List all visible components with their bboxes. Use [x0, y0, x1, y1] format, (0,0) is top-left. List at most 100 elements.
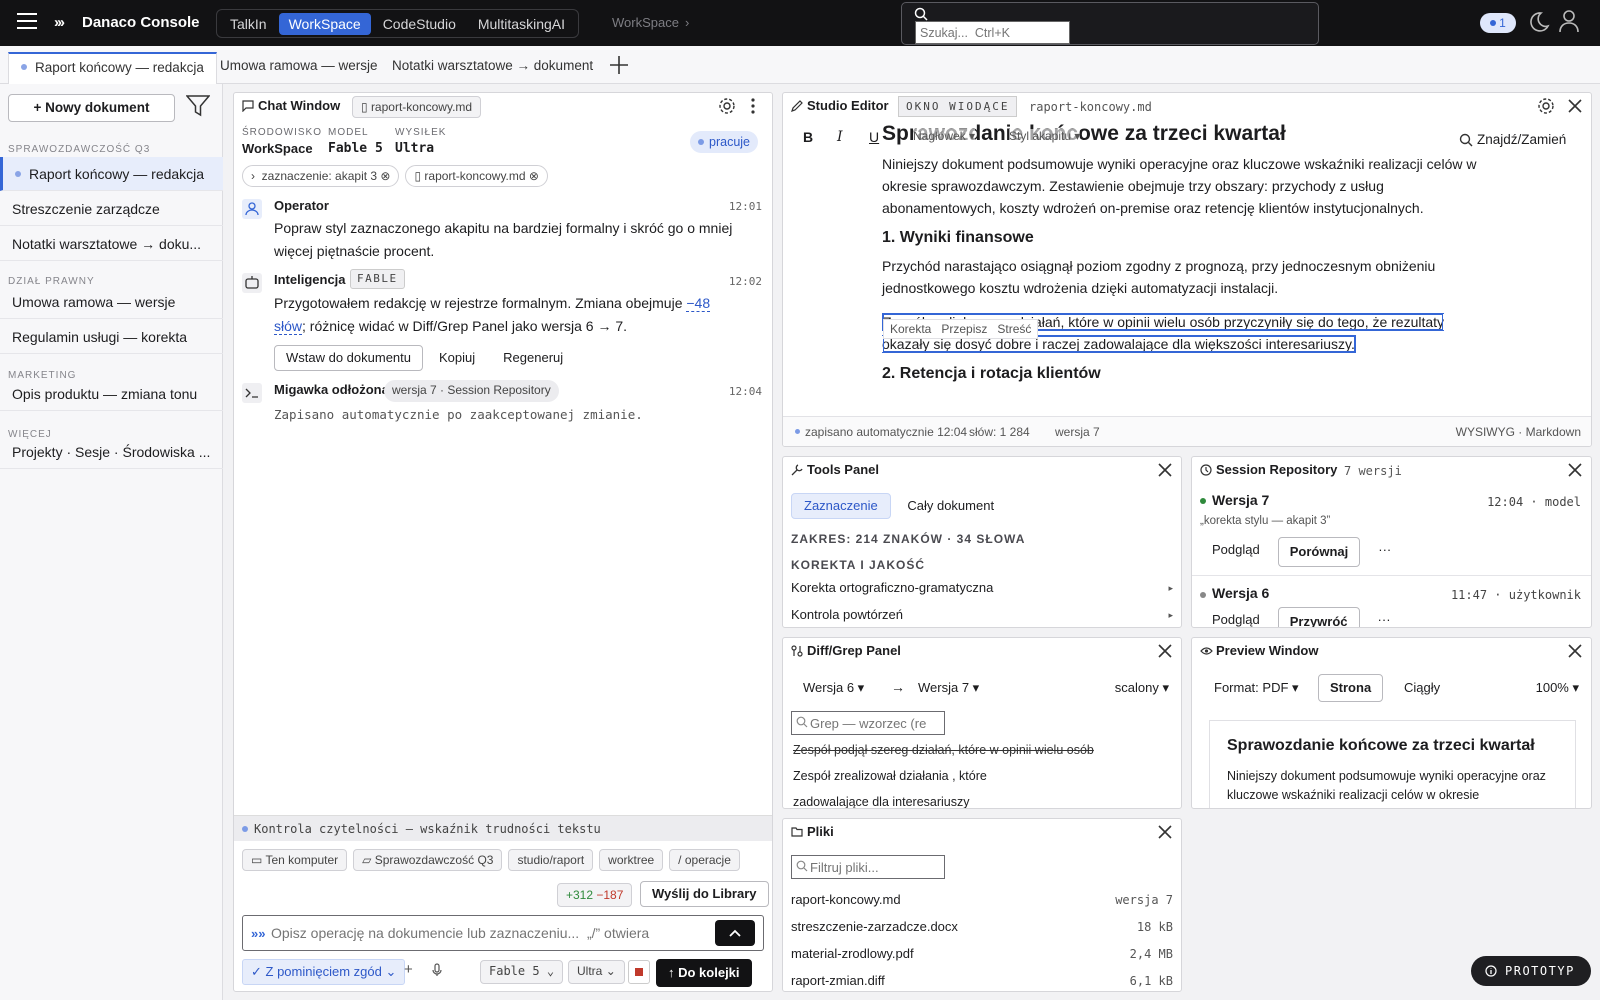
- file-chip[interactable]: ▯ raport-koncowy.md: [352, 96, 482, 118]
- version-meta: 11:47 · użytkownik: [1450, 588, 1581, 602]
- notification-badge[interactable]: 1: [1480, 13, 1516, 33]
- file-context-chip[interactable]: ▯ raport-koncowy.md ⊗: [405, 165, 548, 187]
- diff-from-select[interactable]: Wersja 6 ▾: [803, 680, 864, 696]
- preview-button[interactable]: Podgląd: [1200, 537, 1272, 563]
- file-row[interactable]: material-zrodlowy.pdf 2,4 MB: [791, 941, 1173, 967]
- restore-button[interactable]: Przywróć: [1277, 607, 1360, 627]
- model-select[interactable]: Fable 5 ⌄: [480, 960, 564, 984]
- remove-chip-icon[interactable]: ⊗: [526, 169, 539, 183]
- stop-button[interactable]: [628, 960, 650, 984]
- sidebar-item-opis[interactable]: Opis produktu — zmiana tonu: [0, 377, 223, 411]
- queue-button[interactable]: ↑ Do kolejki: [656, 959, 752, 987]
- style-select[interactable]: Styl akapitu ▾: [1009, 129, 1081, 143]
- scope-whole-document[interactable]: Cały dokument: [894, 493, 1007, 519]
- copy-button[interactable]: Kopiuj: [427, 345, 488, 371]
- file-row[interactable]: raport-koncowy.md wersja 7: [791, 887, 1173, 913]
- format-select[interactable]: Format: PDF ▾: [1214, 680, 1299, 696]
- app-tab-codestudio[interactable]: CodeStudio: [373, 13, 466, 35]
- filter-icon[interactable]: [186, 95, 210, 117]
- version-chip[interactable]: wersja 7 · Session Repository: [384, 380, 559, 402]
- italic-icon[interactable]: I: [837, 129, 843, 145]
- active-dot: [21, 64, 27, 70]
- close-icon[interactable]: [1567, 462, 1583, 478]
- doc-tab-notatki[interactable]: Notatki warsztatowe → dokument: [380, 52, 605, 84]
- regenerate-button[interactable]: Regeneruj: [491, 345, 576, 371]
- popup-korekta[interactable]: Korekta: [890, 320, 931, 338]
- sidebar-item-streszczenie[interactable]: Streszczenie zarządcze: [0, 192, 223, 226]
- bold-icon[interactable]: B: [803, 129, 813, 145]
- diff-mode-select[interactable]: scalony ▾: [1115, 680, 1169, 696]
- sidebar-item-raport[interactable]: Raport końcowy — redakcja: [0, 157, 223, 191]
- send-library-button[interactable]: Wyślij do Library: [640, 881, 769, 907]
- chat-input[interactable]: [271, 920, 701, 946]
- continuous-mode-button[interactable]: Ciągły: [1404, 680, 1440, 695]
- sidebar-item-regulamin[interactable]: Regulamin usługi — korekta: [0, 320, 223, 354]
- popup-stresc[interactable]: Streść: [997, 320, 1031, 338]
- selection-chip[interactable]: › zaznaczenie: akapit 3 ⊗: [242, 165, 400, 187]
- close-icon[interactable]: [1157, 462, 1173, 478]
- editor-content[interactable]: Sprawozdanie końcowe za trzeci kwartał N…: [882, 123, 1482, 391]
- new-document-button[interactable]: + Nowy dokument: [8, 94, 175, 122]
- close-icon[interactable]: [1157, 643, 1173, 659]
- close-icon[interactable]: [1157, 824, 1173, 840]
- heading-select[interactable]: Nagłówek ▾: [913, 129, 976, 143]
- remove-chip-icon[interactable]: ⊗: [377, 169, 390, 183]
- moon-icon[interactable]: [1526, 10, 1550, 34]
- file-row[interactable]: raport-zmian.diff 6,1 kB: [791, 968, 1173, 991]
- pencil-icon: [791, 100, 803, 112]
- scope-chip-ops[interactable]: / operacje: [669, 849, 740, 871]
- sidebar-item-umowa[interactable]: Umowa ramowa — wersje: [0, 285, 223, 319]
- underline-icon[interactable]: U: [869, 129, 879, 145]
- add-icon[interactable]: +: [404, 961, 413, 978]
- more-icon[interactable]: ···: [1366, 537, 1404, 563]
- file-row[interactable]: streszczenie-zarzadcze.docx 18 kB: [791, 914, 1173, 940]
- close-icon[interactable]: [1567, 98, 1583, 114]
- find-replace-button[interactable]: Znajdź/Zamień: [1477, 132, 1566, 147]
- grep-input[interactable]: [791, 711, 945, 735]
- compare-button[interactable]: Porównaj: [1277, 537, 1361, 567]
- git-diff-icon: [791, 645, 803, 657]
- close-icon[interactable]: [1567, 643, 1583, 659]
- popup-przepisz[interactable]: Przepisz: [941, 320, 987, 338]
- chat-icon: [242, 100, 254, 112]
- readability-bar[interactable]: Kontrola czytelności — wskaźnik trudnośc…: [234, 815, 772, 841]
- doc-tab-umowa[interactable]: Umowa ramowa — wersje: [208, 52, 390, 84]
- sidebar-item-notatki[interactable]: Notatki warsztatowe → doku...: [0, 227, 223, 261]
- expand-button[interactable]: [715, 920, 755, 946]
- app-tab-multitasking[interactable]: MultitaskingAI: [468, 13, 575, 35]
- editor-mode-toggle[interactable]: WYSIWYG · Markdown: [1456, 417, 1581, 446]
- menu-icon[interactable]: [16, 12, 38, 30]
- prototype-badge[interactable]: PROTOTYP: [1471, 956, 1591, 986]
- diff-to-select[interactable]: Wersja 7 ▾: [918, 680, 979, 696]
- editor-file-name: raport-koncowy.md: [1029, 100, 1152, 114]
- sidebar-item-more[interactable]: Projekty · Sesje · Środowiska ...: [0, 435, 223, 469]
- more-icon[interactable]: ···: [1365, 607, 1403, 627]
- tool-spellcheck[interactable]: Korekta ortograficzno-gramatyczna ▸: [791, 575, 1173, 601]
- settings-icon[interactable]: [1537, 97, 1555, 115]
- preview-button[interactable]: Podgląd: [1200, 607, 1272, 627]
- app-tab-workspace[interactable]: WorkSpace: [278, 12, 371, 35]
- scope-chip-worktree[interactable]: worktree: [599, 849, 664, 871]
- add-tab-icon[interactable]: [608, 54, 630, 76]
- scope-chip-path[interactable]: studio/raport: [508, 849, 594, 871]
- scope-selection[interactable]: Zaznaczenie: [791, 493, 891, 519]
- page-mode-button[interactable]: Strona: [1318, 674, 1384, 702]
- settings-icon[interactable]: [718, 97, 736, 115]
- doc-tab-raport[interactable]: Raport końcowy — redakcja: [8, 52, 217, 84]
- bot-avatar-icon: [242, 273, 262, 293]
- insert-to-document-button[interactable]: Wstaw do dokumentu: [274, 345, 424, 371]
- tool-repetitions[interactable]: Kontrola powtórzeń ▸: [791, 602, 1173, 627]
- consent-select[interactable]: ✓ Z pominięciem zgód ⌄: [242, 959, 406, 985]
- file-filter-input[interactable]: [791, 855, 945, 879]
- breadcrumb-workspace[interactable]: WorkSpace: [612, 15, 679, 30]
- microphone-icon[interactable]: [432, 963, 442, 977]
- user-icon[interactable]: [1558, 9, 1580, 33]
- zoom-select[interactable]: 100% ▾: [1536, 680, 1579, 696]
- app-tab-talkin[interactable]: TalkIn: [220, 13, 277, 35]
- session-repository: Session Repository 7 wersji Wersja 7 12:…: [1191, 456, 1592, 628]
- scope-chip-computer[interactable]: ▭ Ten komputer: [242, 849, 348, 871]
- effort-select[interactable]: Ultra ⌄: [568, 960, 625, 984]
- more-vertical-icon[interactable]: [750, 97, 756, 115]
- scope-chip-folder[interactable]: ▱ Sprawozdawczość Q3: [353, 849, 503, 871]
- search-input[interactable]: [915, 21, 1070, 44]
